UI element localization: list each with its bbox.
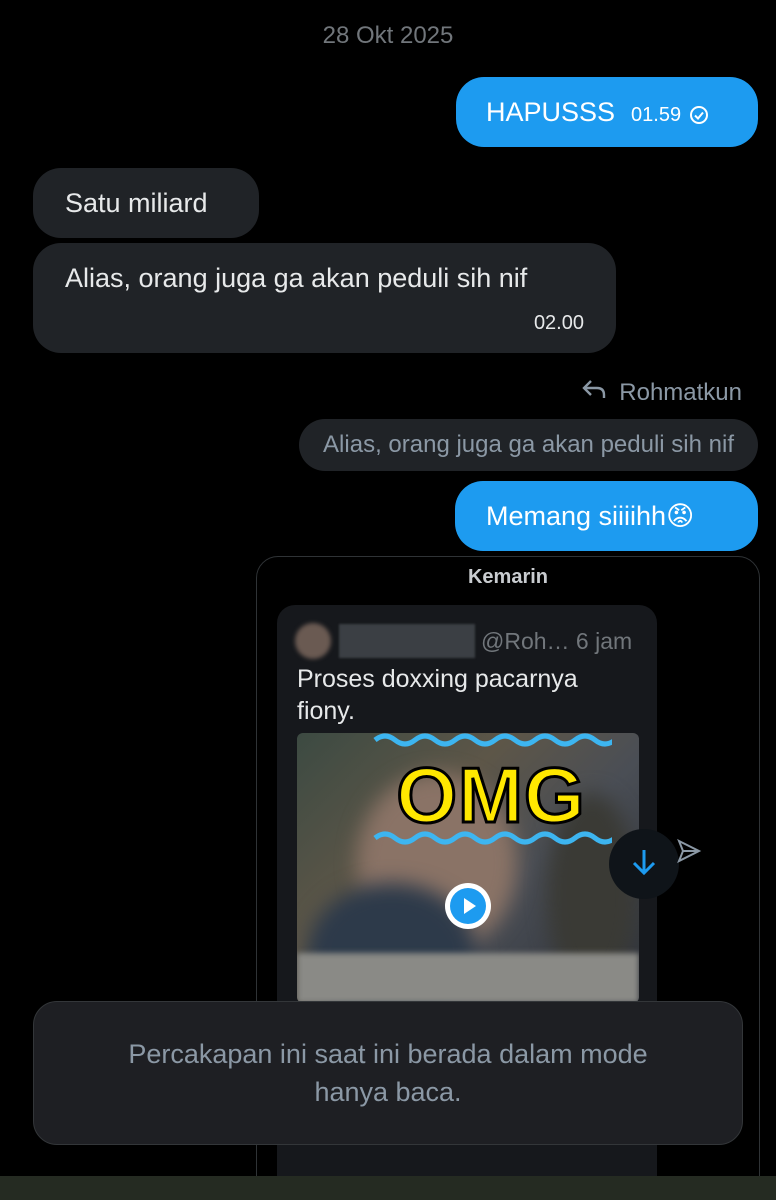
tweet-meta: @Roh… 6 jam bbox=[481, 627, 633, 654]
omg-sticker: OMG bbox=[370, 730, 612, 852]
tweet-header: @Roh… 6 jam bbox=[295, 623, 632, 659]
notice-text: Percakapan ini saat ini berada dalam mod… bbox=[128, 1039, 648, 1107]
message-text: HAPUSSS bbox=[486, 96, 616, 127]
message-bubble-outgoing[interactable]: HAPUSSS 01.59 bbox=[456, 77, 758, 147]
message-bubble-incoming[interactable]: Alias, orang juga ga akan peduli sih nif… bbox=[33, 243, 616, 353]
arrow-down-icon bbox=[630, 847, 658, 882]
redacted-name bbox=[339, 624, 475, 658]
share-icon[interactable] bbox=[676, 838, 702, 869]
sticker-text: OMG bbox=[395, 750, 586, 841]
media-blur-strip bbox=[297, 953, 639, 1003]
play-icon[interactable] bbox=[445, 883, 491, 929]
avatar[interactable] bbox=[295, 623, 331, 659]
message-bubble-incoming[interactable]: Satu miliard bbox=[33, 168, 259, 238]
bottom-bar bbox=[0, 1176, 776, 1200]
message-text: Memang siiiihh😡 bbox=[486, 501, 695, 531]
check-circle-icon bbox=[689, 101, 709, 132]
scroll-down-button[interactable] bbox=[609, 829, 679, 899]
quoted-message[interactable]: Alias, orang juga ga akan peduli sih nif bbox=[299, 419, 758, 471]
message-bubble-outgoing[interactable]: Memang siiiihh😡 bbox=[455, 481, 758, 551]
message-time: 02.00 bbox=[533, 312, 584, 334]
tweet-text: Proses doxxing pacarnya fiony. bbox=[297, 665, 578, 725]
message-text: Alias, orang juga ga akan peduli sih nif bbox=[65, 263, 528, 293]
date-separator: 28 Okt 2025 bbox=[322, 22, 454, 49]
message-text: Satu miliard bbox=[65, 188, 208, 218]
reply-author: Rohmatkun bbox=[619, 378, 742, 406]
day-separator: Kemarin bbox=[467, 566, 549, 588]
reply-arrow-icon bbox=[581, 378, 607, 407]
read-only-notice: Percakapan ini saat ini berada dalam mod… bbox=[33, 1001, 743, 1145]
message-time: 01.59 bbox=[631, 103, 682, 126]
reply-context: Rohmatkun bbox=[581, 378, 742, 407]
